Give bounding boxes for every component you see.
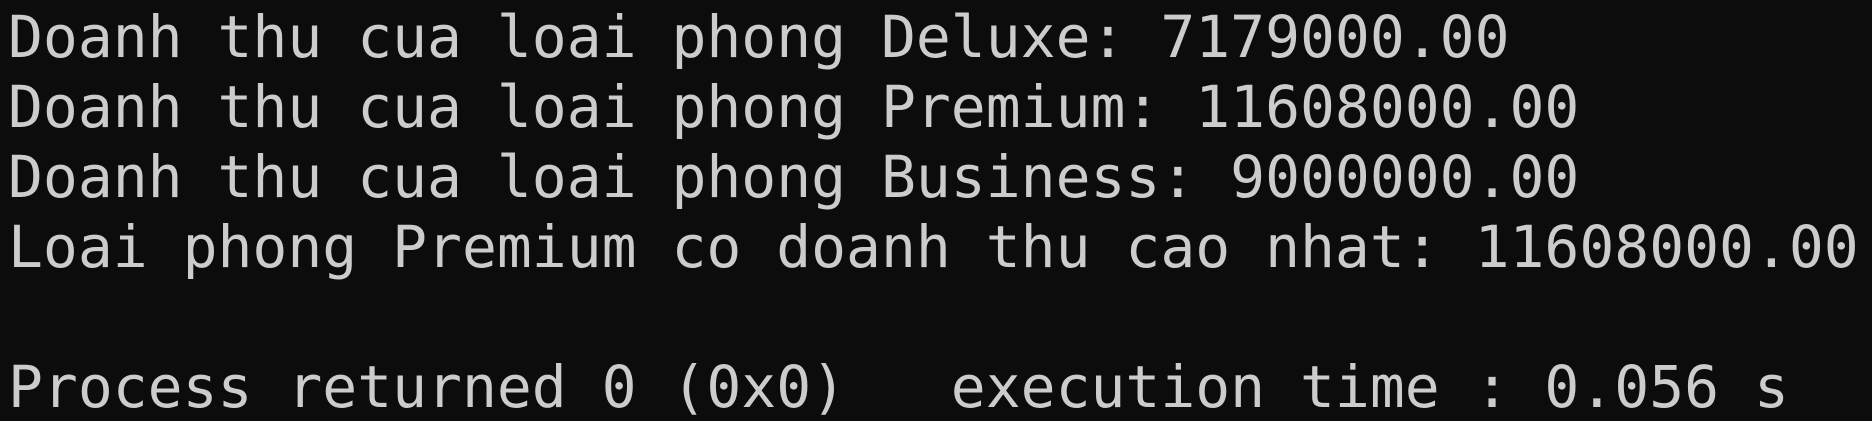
output-line-highest-revenue: Loai phong Premium co doanh thu cao nhat… [8,213,1859,281]
output-line-blank [8,282,1872,352]
process-status-line: Process returned 0 (0x0) execution time … [8,353,1789,421]
output-line-premium-revenue: Doanh thu cua loai phong Premium: 116080… [8,73,1580,141]
console-window[interactable]: Doanh thu cua loai phong Deluxe: 7179000… [0,0,1872,421]
output-line-business-revenue: Doanh thu cua loai phong Business: 90000… [8,143,1580,211]
output-line-deluxe-revenue: Doanh thu cua loai phong Deluxe: 7179000… [8,3,1510,71]
